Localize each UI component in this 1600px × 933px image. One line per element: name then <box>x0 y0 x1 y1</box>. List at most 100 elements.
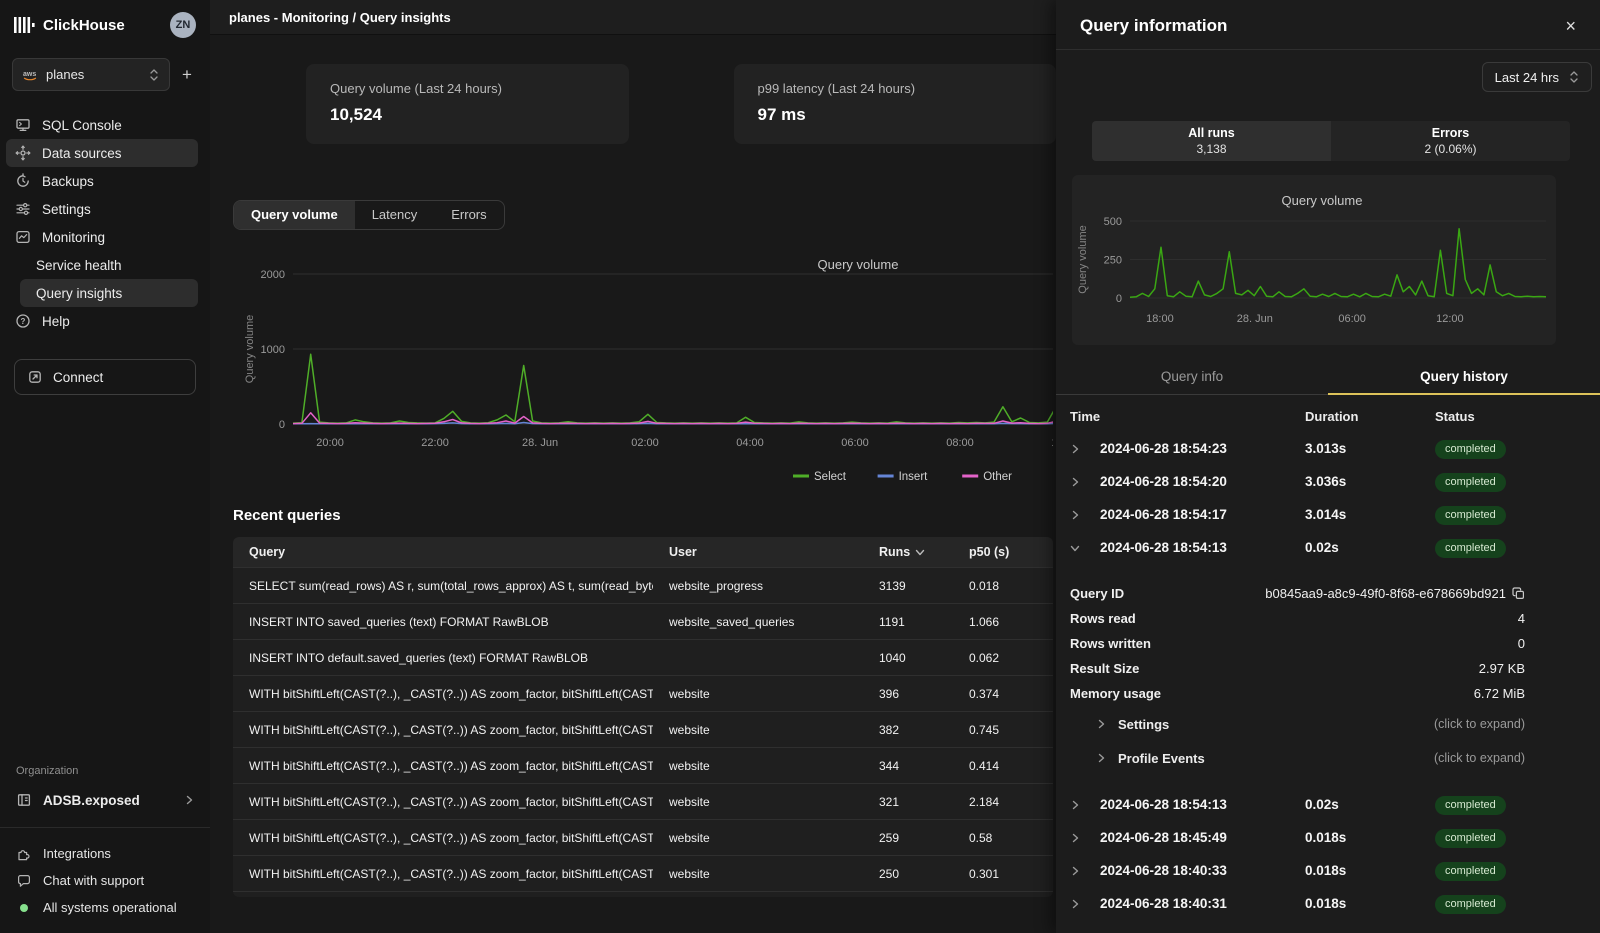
svg-text:Insert: Insert <box>899 471 929 483</box>
chevron-down-icon[interactable] <box>1070 543 1100 553</box>
history-row[interactable]: 2024-06-28 18:40:310.018scompleted <box>1056 887 1600 920</box>
table-row[interactable]: INSERT INTO saved_queries (text) FORMAT … <box>233 603 1053 639</box>
panel-header: Query information × <box>1056 0 1600 50</box>
history-row[interactable]: 2024-06-28 18:54:130.02scompleted <box>1056 531 1600 564</box>
organization-item[interactable]: ADSB.exposed <box>0 786 210 814</box>
close-icon[interactable]: × <box>1565 18 1576 34</box>
settings-icon <box>15 201 31 217</box>
sidebar-item-data-sources[interactable]: Data sources <box>6 139 198 167</box>
spacer <box>1056 774 1600 788</box>
tab-latency[interactable]: Latency <box>355 201 435 229</box>
chevron-right-icon[interactable] <box>1070 833 1100 843</box>
app: ClickHouse ZN aws planes + SQL ConsoleDa… <box>0 0 1600 933</box>
sidebar-item-backups[interactable]: Backups <box>6 167 198 195</box>
cell-p50: 0.062 <box>953 651 1053 665</box>
run-time: 2024-06-28 18:40:33 <box>1100 863 1305 878</box>
cell-p50: 0.414 <box>953 759 1053 773</box>
tab-errors[interactable]: Errors <box>434 201 503 229</box>
cell-query: INSERT INTO saved_queries (text) FORMAT … <box>233 615 653 629</box>
run-time: 2024-06-28 18:54:13 <box>1100 797 1305 812</box>
chart-tabs: Query volumeLatencyErrors <box>233 200 505 230</box>
expandable-profile-events[interactable]: Profile Events(click to expand) <box>1056 742 1600 774</box>
service-selector[interactable]: aws planes <box>12 58 170 91</box>
chevron-right-icon[interactable] <box>1070 444 1100 454</box>
expandable-settings[interactable]: Settings(click to expand) <box>1056 708 1600 740</box>
table-row[interactable]: INSERT INTO default.saved_queries (text)… <box>233 639 1053 675</box>
panel-title: Query information <box>1080 16 1227 36</box>
footer-item-all-systems-operational[interactable]: All systems operational <box>0 894 210 921</box>
table-row[interactable]: WITH bitShiftLeft(CAST(?..), _CAST(?..))… <box>233 747 1053 783</box>
history-row[interactable]: 2024-06-28 18:54:233.013scompleted <box>1056 432 1600 465</box>
panel-tab-query-info[interactable]: Query info <box>1056 361 1328 394</box>
chevron-right-icon[interactable] <box>1070 477 1100 487</box>
footer-item-integrations[interactable]: Integrations <box>0 840 210 867</box>
connect-button[interactable]: Connect <box>14 359 196 395</box>
column-header-query[interactable]: Query <box>233 545 653 559</box>
status-badge: completed <box>1435 895 1506 914</box>
add-service-button[interactable]: + <box>176 64 198 86</box>
status-cell: completed <box>1435 795 1506 815</box>
svg-text:18:00: 18:00 <box>1146 313 1174 325</box>
cell-runs: 344 <box>863 759 953 773</box>
footer-item-chat-with-support[interactable]: Chat with support <box>0 867 210 894</box>
history-row[interactable]: 2024-06-28 18:54:203.036scompleted <box>1056 465 1600 498</box>
run-duration: 0.018s <box>1305 830 1435 845</box>
aws-icon: aws <box>23 69 38 81</box>
footer-item-label: Integrations <box>43 846 111 861</box>
cell-user: website <box>653 723 863 737</box>
cell-query: WITH bitShiftLeft(CAST(?..), _CAST(?..))… <box>233 723 653 737</box>
mini-query-volume-chart[interactable]: Query volumeQuery volume025050018:0028. … <box>1072 175 1556 345</box>
history-row[interactable]: 2024-06-28 18:40:330.018scompleted <box>1056 854 1600 887</box>
column-header-p50-s-[interactable]: p50 (s) <box>953 545 1053 559</box>
footer-item-label: Chat with support <box>43 873 144 888</box>
column-header-user[interactable]: User <box>653 545 863 559</box>
svg-text:Other: Other <box>983 471 1012 483</box>
cell-query: INSERT INTO default.saved_queries (text)… <box>233 651 653 665</box>
query-history: TimeDurationStatus2024-06-28 18:54:233.0… <box>1056 395 1600 920</box>
svg-text:22:00: 22:00 <box>421 437 449 449</box>
table-row[interactable]: WITH bitShiftLeft(CAST(?..), _CAST(?..))… <box>233 855 1053 891</box>
time-range-selector[interactable]: Last 24 hrs <box>1482 62 1592 92</box>
sidebar-item-query-insights[interactable]: Query insights <box>20 279 198 307</box>
column-header-runs[interactable]: Runs <box>863 545 953 559</box>
sidebar-item-sql-console[interactable]: SQL Console <box>6 111 198 139</box>
history-row[interactable]: 2024-06-28 18:45:490.018scompleted <box>1056 821 1600 854</box>
chevron-right-icon[interactable] <box>1070 510 1100 520</box>
chevron-right-icon[interactable] <box>1070 899 1100 909</box>
segment-all-runs[interactable]: All runs3,138 <box>1092 121 1331 161</box>
query-volume-chart[interactable]: Query volumeQuery volume01000200020:0022… <box>233 243 1053 483</box>
copy-icon[interactable] <box>1512 587 1525 600</box>
sidebar-item-help[interactable]: ?Help <box>6 307 198 335</box>
table-row[interactable]: WITH bitShiftLeft(CAST(?..), _CAST(?..))… <box>233 675 1053 711</box>
run-duration: 3.036s <box>1305 474 1435 489</box>
sidebar-item-service-health[interactable]: Service health <box>20 251 198 279</box>
tab-query-volume[interactable]: Query volume <box>234 201 355 229</box>
history-row[interactable]: 2024-06-28 18:54:173.014scompleted <box>1056 498 1600 531</box>
svg-text:02:00: 02:00 <box>631 437 659 449</box>
svg-text:aws: aws <box>23 71 36 78</box>
sidebar-item-settings[interactable]: Settings <box>6 195 198 223</box>
chevron-right-icon[interactable] <box>1070 800 1100 810</box>
table-row[interactable]: WITH bitShiftLeft(CAST(?..), _CAST(?..))… <box>233 711 1053 747</box>
run-duration: 0.018s <box>1305 896 1435 911</box>
history-row[interactable]: 2024-06-28 18:54:130.02scompleted <box>1056 788 1600 821</box>
sidebar-item-monitoring[interactable]: Monitoring <box>6 223 198 251</box>
svg-text:28. Jun: 28. Jun <box>522 437 558 449</box>
table-row[interactable]: WITH bitShiftLeft(CAST(?..), _CAST(?..))… <box>233 783 1053 819</box>
segment-errors[interactable]: Errors2 (0.06%) <box>1331 121 1570 161</box>
data-sources-icon <box>15 145 31 161</box>
cell-user: website_progress <box>653 579 863 593</box>
cell-runs: 382 <box>863 723 953 737</box>
avatar[interactable]: ZN <box>170 12 196 38</box>
chevron-right-icon[interactable] <box>1070 866 1100 876</box>
table-row[interactable]: SELECT sum(read_rows) AS r, sum(total_ro… <box>233 567 1053 603</box>
sidebar-item-label: Data sources <box>42 146 122 161</box>
table-row[interactable]: WITH bitShiftLeft(CAST(?..), _CAST(?..))… <box>233 819 1053 855</box>
connect-label: Connect <box>53 370 103 385</box>
panel-tab-query-history[interactable]: Query history <box>1328 361 1600 395</box>
sidebar-item-label: Backups <box>42 174 94 189</box>
cell-query: SELECT sum(read_rows) AS r, sum(total_ro… <box>233 579 653 593</box>
expandable-label: Profile Events <box>1118 751 1205 766</box>
footer-item-label: All systems operational <box>43 900 177 915</box>
clickhouse-logo-icon[interactable] <box>14 16 35 34</box>
